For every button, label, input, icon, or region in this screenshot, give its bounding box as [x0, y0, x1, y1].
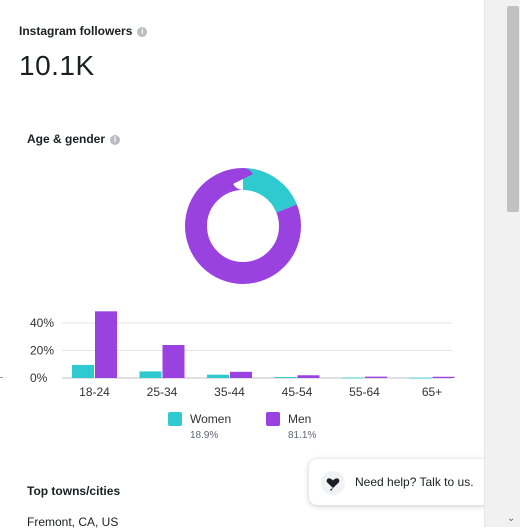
- legend-pct-women: 18.9%: [190, 430, 219, 441]
- bar-women-25-34: [139, 371, 162, 378]
- x-tick-label: 55-64: [349, 385, 380, 399]
- bar-men-65+: [432, 376, 455, 378]
- x-tick-label: 18-24: [79, 385, 110, 399]
- help-text: Need help? Talk to us.: [355, 475, 474, 489]
- age-gender-chart: 0% 20% 40% 18-24 25-34 35-44 45-54 55-64 65+: [30, 168, 455, 399]
- legend-label-men: Men: [288, 412, 312, 426]
- age-gender-title-text: Age & gender: [27, 132, 106, 146]
- legend-label-women: Women: [190, 412, 232, 426]
- y-tick-label: 20%: [30, 344, 54, 358]
- bar-men-55-64: [365, 376, 387, 378]
- bar-men-18-24: [95, 311, 117, 378]
- scrollbar[interactable]: [484, 0, 520, 527]
- bar-men-25-34: [162, 345, 185, 378]
- bar-women-35-44: [207, 374, 229, 378]
- help-chat-button[interactable]: Need help? Talk to us.: [309, 459, 489, 505]
- top-cities-title: Top towns/cities: [27, 484, 121, 498]
- followers-title-text: Instagram followers: [19, 24, 133, 38]
- bar-men-35-44: [230, 371, 252, 378]
- scrollbar-thumb[interactable]: [507, 6, 519, 212]
- legend-swatch-men: [266, 412, 280, 426]
- scroll-down-icon[interactable]: ⌄: [507, 513, 515, 524]
- x-tick-label: 45-54: [282, 385, 313, 399]
- bar-women-18-24: [72, 364, 94, 378]
- insights-card: Instagram followers i 10.1K Age & gender i…: [0, 0, 484, 529]
- bar-women-65+: [409, 377, 432, 379]
- y-tick-label: 0%: [30, 371, 48, 385]
- bar-women-45-54: [274, 377, 297, 378]
- info-icon[interactable]: i: [110, 135, 121, 145]
- legend-swatch-women: [168, 412, 182, 426]
- followers-title: Instagram followers i: [19, 24, 148, 38]
- bar-women-55-64: [342, 377, 364, 379]
- heart-chat-icon: [321, 471, 345, 495]
- legend-pct-men: 81.1%: [288, 430, 317, 441]
- y-tick-label: 40%: [30, 316, 54, 330]
- x-tick-label: 65+: [422, 385, 442, 399]
- age-gender-title: Age & gender i: [27, 132, 121, 146]
- bar-men-45-54: [297, 375, 320, 378]
- divider: [0, 377, 3, 378]
- x-tick-label: 35-44: [214, 385, 245, 399]
- followers-count: 10.1K: [19, 50, 95, 81]
- x-tick-label: 25-34: [147, 385, 178, 399]
- info-icon[interactable]: i: [137, 27, 148, 37]
